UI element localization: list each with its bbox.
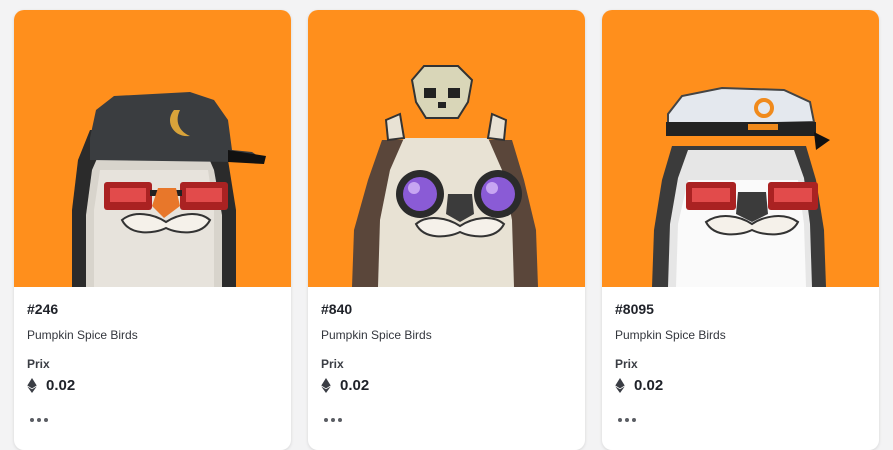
price-value: 0.02	[46, 377, 76, 394]
ethereum-icon	[27, 378, 37, 393]
nft-image[interactable]	[308, 10, 585, 287]
card-info: #840 Pumpkin Spice Birds Prix 0.02	[321, 300, 573, 394]
card-info: #246 Pumpkin Spice Birds Prix 0.02	[27, 300, 279, 394]
nft-card[interactable]: #246 Pumpkin Spice Birds Prix 0.02	[14, 10, 291, 450]
price-row: 0.02	[615, 377, 867, 394]
ethereum-icon	[615, 378, 625, 393]
more-options-icon[interactable]	[322, 416, 344, 424]
price-label: Prix	[321, 357, 344, 371]
price-row: 0.02	[27, 377, 279, 394]
price-row: 0.02	[321, 377, 573, 394]
price-label: Prix	[615, 357, 638, 371]
token-id: #246	[27, 301, 59, 317]
price-label: Prix	[27, 357, 50, 371]
collection-name[interactable]: Pumpkin Spice Birds	[321, 328, 573, 342]
card-info: #8095 Pumpkin Spice Birds Prix 0.02	[615, 300, 867, 394]
collection-name[interactable]: Pumpkin Spice Birds	[27, 328, 279, 342]
price-value: 0.02	[340, 377, 370, 394]
more-options-icon[interactable]	[616, 416, 638, 424]
nft-image[interactable]	[602, 10, 879, 287]
collection-name[interactable]: Pumpkin Spice Birds	[615, 328, 867, 342]
price-value: 0.02	[634, 377, 664, 394]
nft-card-grid: #246 Pumpkin Spice Birds Prix 0.02 #840 …	[0, 0, 893, 450]
ethereum-icon	[321, 378, 331, 393]
nft-image[interactable]	[14, 10, 291, 287]
token-id: #840	[321, 301, 353, 317]
nft-card[interactable]: #840 Pumpkin Spice Birds Prix 0.02	[308, 10, 585, 450]
nft-card[interactable]: #8095 Pumpkin Spice Birds Prix 0.02	[602, 10, 879, 450]
more-options-icon[interactable]	[28, 416, 50, 424]
token-id: #8095	[615, 301, 654, 317]
